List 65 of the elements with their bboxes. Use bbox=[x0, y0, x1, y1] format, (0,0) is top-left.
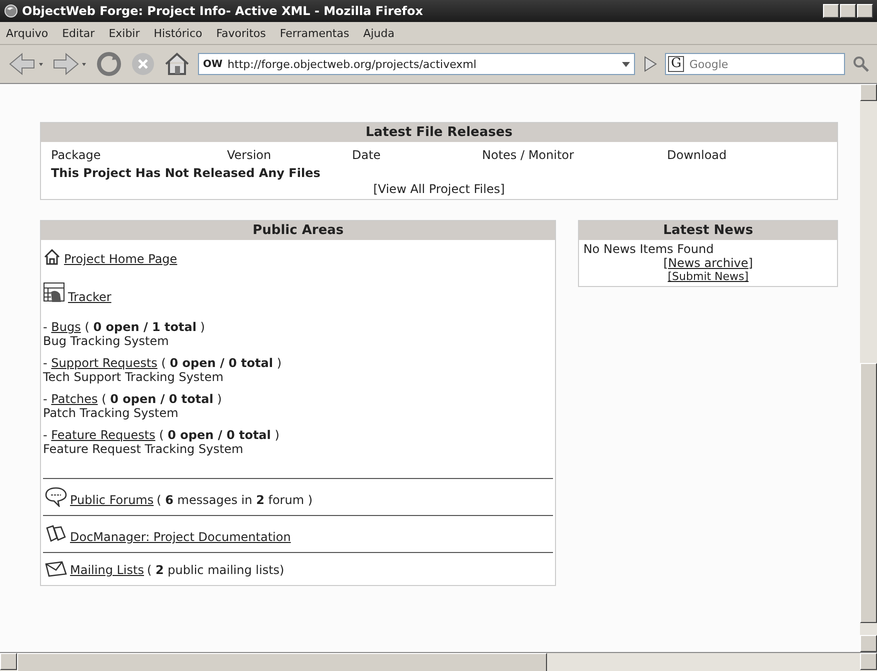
search-bar[interactable]: G Google bbox=[665, 53, 845, 75]
column-header: Download bbox=[667, 148, 728, 162]
column-header: Date bbox=[352, 148, 382, 162]
section-link[interactable]: Tracker bbox=[68, 290, 112, 304]
address-bar[interactable]: OW http://forge.objectweb.org/projects/activexml bbox=[198, 53, 635, 75]
search-icon[interactable] bbox=[853, 56, 869, 72]
panel-header: Latest News bbox=[579, 221, 837, 240]
tracker-stats: ( 0 open / 0 total ) bbox=[102, 392, 222, 406]
window-title: ObjectWeb Forge: Project Info- Active XML - Mozilla Firefox bbox=[22, 4, 424, 18]
tracker-category-link[interactable]: Support Requests bbox=[51, 356, 158, 370]
close-button[interactable] bbox=[857, 4, 873, 18]
tracker-stats: ( 0 open / 0 total ) bbox=[161, 356, 282, 370]
tracker-description: Feature Request Tracking System bbox=[43, 442, 244, 456]
view-files-link[interactable]: [View All Project Files] bbox=[373, 182, 505, 196]
search-engine-button[interactable]: G bbox=[668, 56, 684, 72]
menu-item[interactable]: Favoritos bbox=[216, 26, 266, 40]
maximize-button[interactable] bbox=[840, 4, 856, 18]
no-files-message: This Project Has Not Released Any Files bbox=[50, 165, 322, 182]
dropdown-icon[interactable] bbox=[622, 62, 630, 66]
site-label: OW bbox=[203, 58, 223, 70]
envelope-icon bbox=[45, 561, 67, 577]
tracker-stats: ( 0 open / 1 total ) bbox=[84, 320, 205, 334]
forward-icon[interactable] bbox=[52, 52, 88, 76]
tracker-description: Bug Tracking System bbox=[43, 334, 170, 348]
section-link[interactable]: Mailing Lists bbox=[70, 563, 144, 577]
speech-bubble-icon bbox=[45, 487, 67, 507]
column-header: Notes / Monitor bbox=[482, 148, 575, 162]
news-archive-link[interactable]: [News archive] bbox=[663, 256, 753, 270]
section-link[interactable]: Project Home Page bbox=[64, 252, 178, 266]
column-header: Version bbox=[227, 148, 272, 162]
section-stats: ( 2 public mailing lists) bbox=[146, 563, 284, 577]
firefox-icon bbox=[4, 4, 18, 18]
list-dash: - bbox=[43, 392, 48, 406]
tracker-category-link[interactable]: Feature Requests bbox=[51, 428, 156, 442]
back-icon[interactable] bbox=[8, 52, 44, 76]
submit-news-link[interactable]: [Submit News] bbox=[668, 270, 749, 283]
panel-header: Public Areas bbox=[41, 221, 556, 240]
go-icon[interactable] bbox=[643, 56, 657, 72]
menu-item[interactable]: Editar bbox=[62, 26, 95, 40]
tracker-description: Patch Tracking System bbox=[43, 406, 180, 420]
tracker-stats: ( 0 open / 0 total ) bbox=[159, 428, 280, 442]
section-stats: ( 6 messages in 2 forum ) bbox=[156, 493, 313, 507]
tracker-category-link[interactable]: Patches bbox=[51, 392, 98, 406]
list-dash: - bbox=[43, 428, 48, 442]
menu-item[interactable]: Ajuda bbox=[363, 26, 394, 40]
tracker-description: Tech Support Tracking System bbox=[43, 370, 224, 384]
section-link[interactable]: Public Forums bbox=[70, 493, 154, 507]
section-link[interactable]: DocManager: Project Documentation bbox=[70, 530, 291, 544]
home-icon[interactable] bbox=[164, 51, 190, 77]
tracker-icon bbox=[43, 282, 65, 304]
menu-item[interactable]: Arquivo bbox=[6, 26, 48, 40]
books-icon bbox=[45, 524, 67, 544]
panel-header: Latest File Releases bbox=[41, 123, 837, 142]
no-news-message: No News Items Found bbox=[583, 242, 715, 256]
tracker-category-link[interactable]: Bugs bbox=[51, 320, 81, 334]
menu-item[interactable]: Exibir bbox=[108, 26, 140, 40]
list-dash: - bbox=[43, 320, 48, 334]
menu-item[interactable]: Ferramentas bbox=[280, 26, 350, 40]
list-dash: - bbox=[43, 356, 48, 370]
menu-item[interactable]: Histórico bbox=[154, 26, 202, 40]
reload-icon[interactable] bbox=[96, 51, 122, 77]
url-text: http://forge.objectweb.org/projects/activexml bbox=[228, 58, 478, 70]
minimize-button[interactable] bbox=[823, 4, 839, 18]
column-header: Package bbox=[51, 148, 102, 162]
house-icon bbox=[43, 248, 61, 266]
